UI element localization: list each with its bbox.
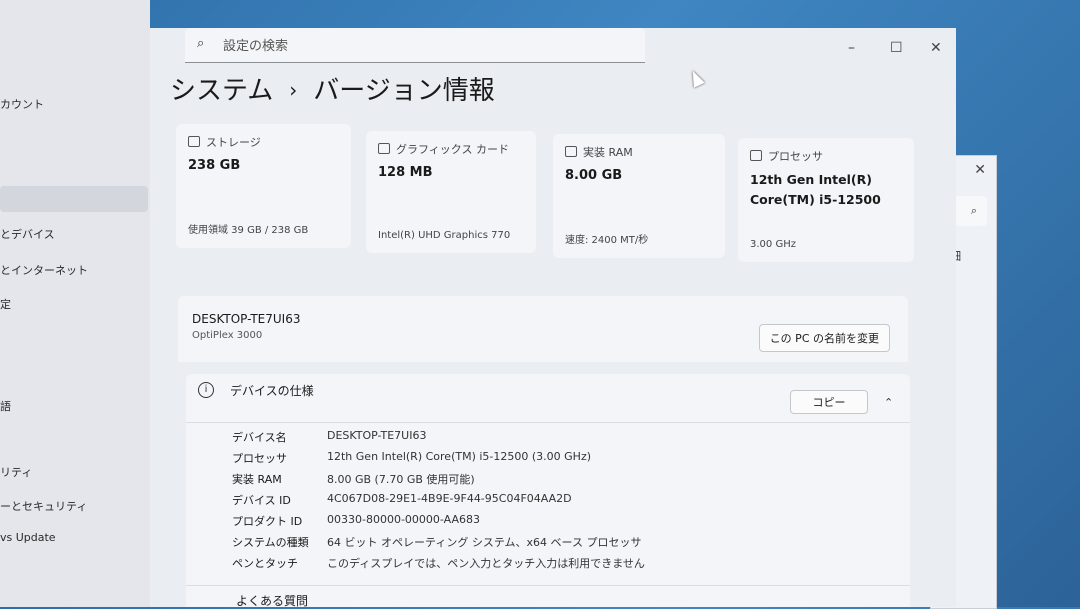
spec-key: プロセッサ	[232, 452, 287, 465]
spec-value: 00330-80000-00000-AA683	[327, 513, 480, 526]
processor-speed: 3.00 GHz	[750, 239, 796, 250]
graphics-label: グラフィックス カード	[396, 143, 509, 156]
breadcrumb-current: バージョン情報	[313, 76, 495, 106]
processor-label: プロセッサ	[768, 150, 823, 163]
page-title: システム › バージョン情報	[170, 70, 495, 107]
processor-value: 12th Gen Intel(R) Core(TM) i5-12500	[750, 172, 881, 207]
ram-speed: 速度: 2400 MT/秒	[565, 235, 649, 246]
spec-value: DESKTOP-TE7UI63	[327, 429, 427, 442]
search-icon: ⌕	[197, 36, 205, 51]
sidebar: カウント とデバイス とインターネット 定 語 リティ ーとセキュリティ vs …	[0, 0, 150, 607]
storage-icon	[188, 136, 200, 147]
sidebar-item-privacy-security[interactable]: ーとセキュリティ	[0, 498, 87, 514]
chevron-up-icon[interactable]: ⌃	[884, 396, 893, 409]
breadcrumb-system[interactable]: システム	[170, 76, 273, 106]
copy-button[interactable]: コピー	[790, 390, 868, 414]
faq-link[interactable]: よくある質問	[236, 592, 308, 609]
mouse-pointer-icon	[687, 68, 705, 88]
memory-icon	[565, 146, 577, 157]
divider	[186, 422, 910, 423]
breadcrumb-separator: ›	[289, 78, 298, 102]
device-model: OptiPlex 3000	[192, 330, 263, 341]
spec-key: 実装 RAM	[232, 473, 282, 486]
storage-usage: 使用領域 39 GB / 238 GB	[188, 225, 309, 236]
rename-pc-button[interactable]: この PC の名前を変更	[758, 324, 890, 352]
graphics-value: 128 MB	[378, 165, 433, 180]
sidebar-item-personalization[interactable]: 定	[0, 296, 11, 312]
search-icon: ⌕	[970, 204, 977, 217]
processor-icon	[750, 150, 762, 161]
spec-key: プロダクト ID	[232, 515, 303, 528]
info-icon: i	[198, 382, 214, 398]
sidebar-item-accessibility[interactable]: リティ	[0, 464, 32, 480]
storage-value: 238 GB	[188, 158, 241, 173]
ram-value: 8.00 GB	[565, 168, 623, 183]
device-name-card: DESKTOP-TE7UI63 OptiPlex 3000 この PC の名前を…	[178, 296, 908, 362]
graphics-model: Intel(R) UHD Graphics 770	[378, 230, 511, 241]
graphics-card[interactable]: グラフィックス カード 128 MB Intel(R) UHD Graphics…	[366, 131, 536, 253]
device-name: DESKTOP-TE7UI63	[192, 312, 301, 326]
settings-window: ⌕ 設定の検索 – ☐ ✕ システム › バージョン情報 ストレージ 238 GB …	[150, 28, 956, 609]
ram-label: 実装 RAM	[583, 146, 633, 159]
sidebar-item-bluetooth-devices[interactable]: とデバイス	[0, 226, 55, 242]
sidebar-item-network-internet[interactable]: とインターネット	[0, 262, 88, 278]
search-input[interactable]: ⌕ 設定の検索	[185, 28, 645, 63]
spec-key: システムの種類	[232, 536, 309, 549]
divider	[186, 585, 910, 586]
spec-value: 4C067D08-29E1-4B9E-9F44-95C04F04AA2D	[327, 492, 572, 505]
close-icon[interactable]: ✕	[930, 40, 942, 56]
minimize-icon[interactable]: –	[848, 40, 855, 56]
close-icon[interactable]: ✕	[974, 162, 986, 178]
storage-label: ストレージ	[206, 136, 261, 149]
storage-card[interactable]: ストレージ 238 GB 使用領域 39 GB / 238 GB	[176, 124, 351, 248]
device-specs-section: i デバイスの仕様 コピー ⌃ デバイス名 DESKTOP-TE7UI63 プロ…	[186, 374, 910, 609]
maximize-icon[interactable]: ☐	[890, 40, 903, 56]
spec-value: 64 ビット オペレーティング システム、x64 ベース プロセッサ	[327, 536, 642, 549]
spec-key: ペンとタッチ	[232, 557, 298, 570]
ram-card[interactable]: 実装 RAM 8.00 GB 速度: 2400 MT/秒	[553, 134, 725, 258]
sidebar-selected-indicator	[0, 186, 148, 212]
graphics-icon	[378, 143, 390, 154]
search-placeholder: 設定の検索	[223, 39, 289, 54]
spec-value: このディスプレイでは、ペン入力とタッチ入力は利用できません	[327, 557, 645, 570]
sidebar-item-accounts[interactable]: カウント	[0, 96, 44, 112]
spec-value: 12th Gen Intel(R) Core(TM) i5-12500 (3.0…	[327, 450, 592, 463]
spec-key: デバイス ID	[232, 494, 291, 507]
spec-key: デバイス名	[232, 431, 287, 444]
sidebar-item-time-language[interactable]: 語	[0, 398, 11, 414]
spec-value: 8.00 GB (7.70 GB 使用可能)	[327, 473, 475, 486]
processor-card[interactable]: プロセッサ 12th Gen Intel(R) Core(TM) i5-1250…	[738, 138, 914, 262]
device-specs-title[interactable]: デバイスの仕様	[230, 382, 314, 399]
sidebar-item-windows-update[interactable]: vs Update	[0, 531, 56, 544]
